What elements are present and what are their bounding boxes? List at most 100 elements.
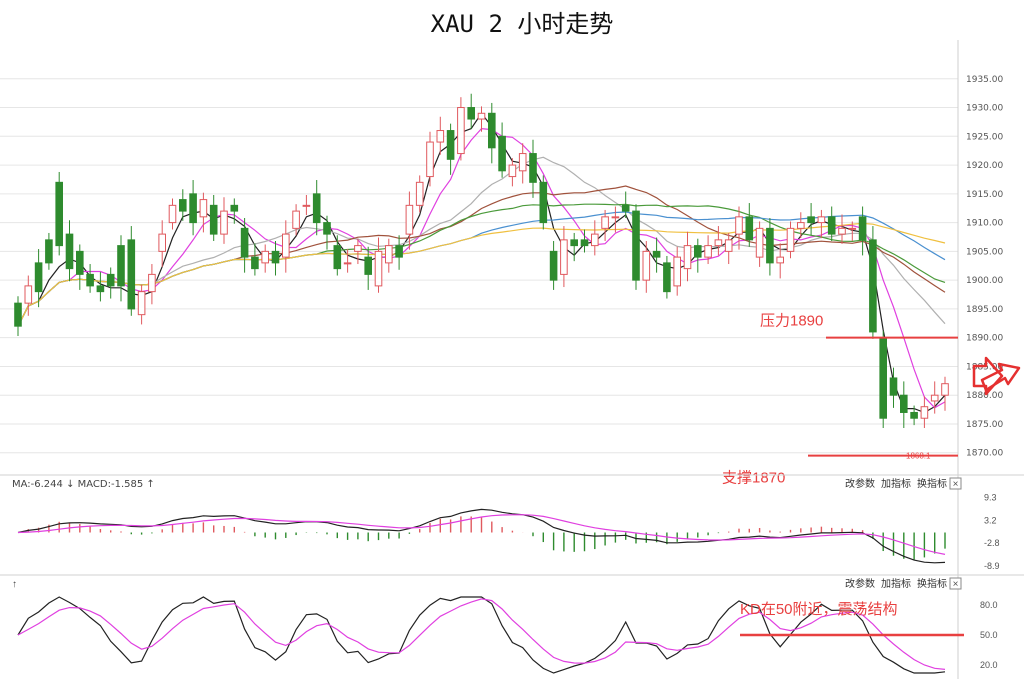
price-tick-label: 1905.00 bbox=[966, 247, 1003, 257]
kd-change-params-button[interactable]: 改参数 bbox=[845, 577, 875, 590]
price-grid bbox=[0, 40, 959, 679]
kd-close-icon[interactable]: × bbox=[949, 577, 962, 590]
candle-down bbox=[879, 337, 888, 419]
chart-title: XAU 2 小时走势 bbox=[431, 10, 614, 38]
kd-header: ↑ bbox=[12, 579, 17, 590]
candle-up bbox=[786, 227, 795, 252]
candle-up bbox=[457, 107, 465, 155]
candle-down bbox=[694, 245, 702, 258]
macd-switch-indicator-button[interactable]: 换指标 bbox=[917, 477, 947, 490]
macd-header: MA:-6.244 ↓ MACD:-1.585 ↑ bbox=[12, 479, 155, 490]
candle-up bbox=[385, 245, 393, 264]
support-label: 支撑1870 bbox=[722, 470, 785, 487]
candle-down bbox=[312, 193, 321, 224]
candle-down bbox=[230, 204, 239, 212]
macd-tick-label: 9.3 bbox=[984, 493, 997, 503]
candle-down bbox=[209, 204, 218, 235]
kd-tick-label: 20.0 bbox=[980, 660, 998, 670]
candle-down bbox=[106, 273, 115, 287]
candle-up bbox=[930, 394, 939, 402]
candle-down bbox=[251, 256, 259, 270]
candle-up bbox=[941, 383, 949, 396]
price-axis: 1935.00 1930.00 1925.00 1920.00 1915.00 1910.… bbox=[966, 75, 1003, 459]
macd-tick-label: -8.9 bbox=[984, 561, 1000, 571]
candle-up bbox=[220, 210, 228, 235]
candle-up bbox=[137, 291, 146, 316]
candle-up bbox=[261, 250, 269, 264]
candle-down bbox=[446, 130, 455, 160]
candle-down bbox=[858, 216, 867, 241]
candle-down bbox=[498, 135, 506, 172]
macd-change-params-button[interactable]: 改参数 bbox=[845, 477, 875, 490]
macd-close-glyph: × bbox=[953, 479, 959, 490]
macd-lines bbox=[17, 508, 946, 564]
candle-down bbox=[529, 153, 537, 183]
candle-down bbox=[14, 302, 22, 327]
candle-up bbox=[518, 153, 527, 172]
candle-down bbox=[86, 273, 94, 287]
price-tick-label: 1870.00 bbox=[966, 449, 1003, 459]
candle-down bbox=[467, 107, 475, 120]
candle-up bbox=[591, 233, 599, 247]
moving-average-lines bbox=[17, 112, 946, 414]
ma-line-22 bbox=[17, 185, 946, 327]
ma-line-3 bbox=[17, 112, 946, 414]
candle-down bbox=[827, 216, 836, 235]
candle-down bbox=[807, 216, 815, 224]
candle-up bbox=[415, 181, 424, 206]
macd-axis: 9.3 3.2 -2.8 -8.9 bbox=[984, 493, 1000, 571]
price-tick-label: 1895.00 bbox=[966, 305, 1003, 315]
candle-up bbox=[24, 285, 33, 304]
kd-add-indicator-button[interactable]: 加指标 bbox=[881, 577, 911, 590]
macd-tick-label: 3.2 bbox=[984, 516, 997, 526]
candle-down bbox=[580, 239, 589, 247]
price-tick-label: 1910.00 bbox=[966, 219, 1003, 229]
candle-up bbox=[724, 239, 733, 252]
candle-down bbox=[76, 250, 84, 275]
price-tick-label: 1890.00 bbox=[966, 334, 1003, 344]
price-tick-label: 1915.00 bbox=[966, 190, 1003, 200]
candle-up bbox=[776, 256, 785, 264]
macd-add-indicator-button[interactable]: 加指标 bbox=[881, 477, 911, 490]
candle-down bbox=[652, 250, 661, 258]
candle-down bbox=[900, 394, 908, 413]
candle-down bbox=[333, 245, 342, 270]
candle-down bbox=[34, 262, 43, 293]
price-tick-label: 1900.00 bbox=[966, 276, 1003, 286]
candle-down bbox=[488, 112, 496, 149]
macd-close-icon[interactable]: × bbox=[949, 477, 962, 490]
candle-down bbox=[663, 262, 671, 293]
candle-down bbox=[766, 227, 774, 264]
candle-up bbox=[838, 227, 846, 235]
candle-down bbox=[539, 181, 548, 224]
kd-tick-label: 50.0 bbox=[980, 630, 998, 640]
candle-down bbox=[549, 250, 558, 281]
candle-up bbox=[704, 245, 712, 258]
candle-down bbox=[889, 377, 898, 396]
kd-switch-indicator-button[interactable]: 换指标 bbox=[917, 577, 947, 590]
candle-down bbox=[65, 233, 74, 270]
low-price-label: 1868.1 bbox=[906, 452, 931, 461]
kd-axis: 80.0 50.0 20.0 bbox=[980, 600, 998, 670]
resistance-label: 压力1890 bbox=[760, 313, 823, 330]
candle-up bbox=[343, 262, 352, 265]
kd-tick-label: 80.0 bbox=[980, 600, 998, 610]
macd-tick-label: -2.8 bbox=[984, 538, 1000, 548]
candle-up bbox=[683, 245, 692, 270]
candle-up bbox=[920, 406, 929, 419]
candle-up bbox=[797, 222, 805, 229]
candle-down bbox=[910, 411, 918, 419]
candle-up bbox=[158, 233, 166, 252]
kd-annotation: KD在50附近，震荡结构 bbox=[740, 601, 898, 618]
candle-up bbox=[642, 250, 651, 281]
candle-down bbox=[55, 181, 64, 247]
price-tick-label: 1880.00 bbox=[966, 391, 1003, 401]
candle-down bbox=[745, 216, 754, 241]
price-tick-label: 1930.00 bbox=[966, 104, 1003, 114]
candle-up bbox=[292, 210, 300, 229]
candle-up bbox=[611, 216, 620, 219]
ma-line-6 bbox=[17, 127, 946, 409]
candle-up bbox=[436, 130, 445, 143]
xau-2h-chart: XAU 2 小时走势 1935.001930.001925.001920.001… bbox=[0, 10, 1024, 679]
candle-down bbox=[869, 239, 877, 333]
